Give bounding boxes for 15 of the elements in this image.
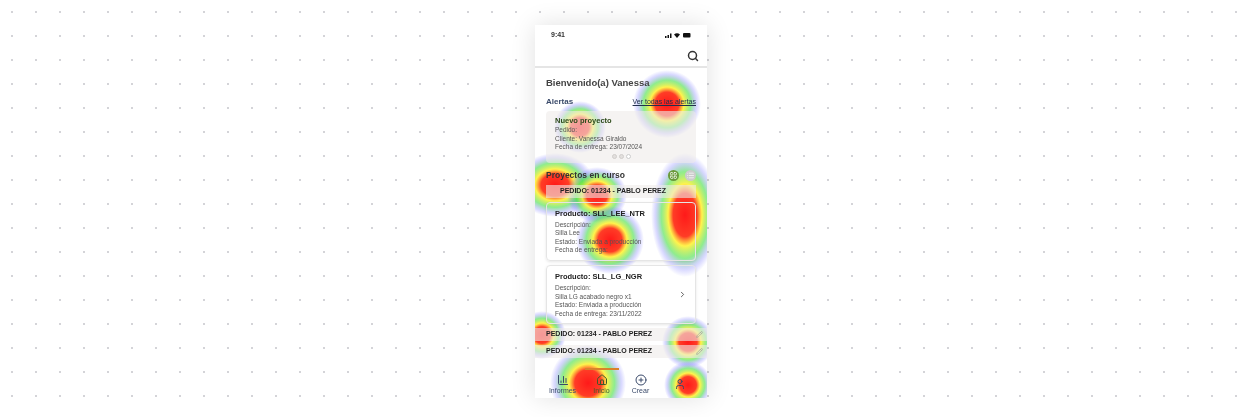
status-icons (665, 32, 691, 38)
alerts-heading: Alertas (546, 96, 574, 108)
pencil-icon[interactable] (696, 331, 703, 338)
heat-spot (662, 316, 707, 368)
grid-view-icon[interactable] (668, 169, 679, 181)
plus-circle-icon (634, 373, 647, 386)
list-view-icon[interactable] (685, 169, 696, 181)
greeting-heading: Bienvenido(a) Vanessa (546, 76, 651, 90)
heat-spot (664, 361, 707, 398)
home-icon (595, 373, 608, 386)
search-icon[interactable] (687, 49, 699, 62)
user-icon (673, 378, 686, 390)
bar-chart-icon (556, 373, 569, 386)
pencil-icon[interactable] (696, 348, 703, 355)
chevron-right-icon (678, 289, 687, 299)
